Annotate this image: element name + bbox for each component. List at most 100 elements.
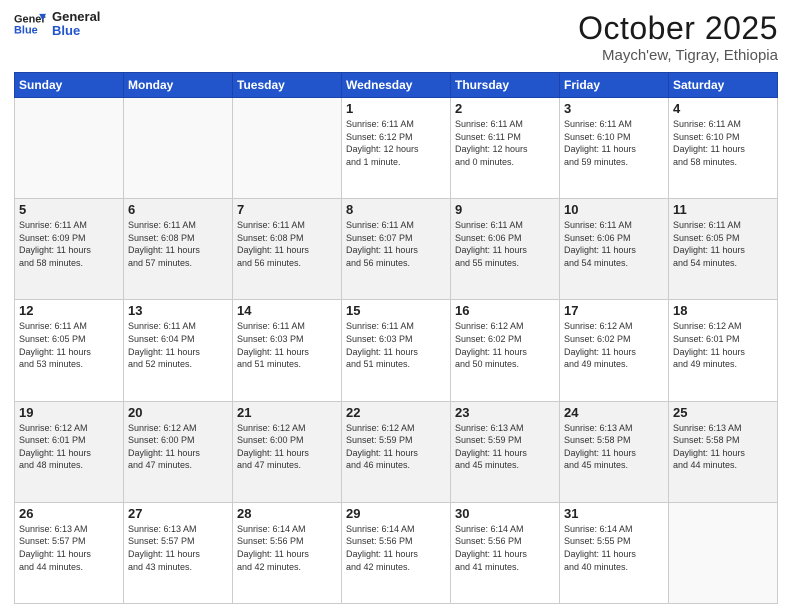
day-info: Sunrise: 6:11 AM Sunset: 6:12 PM Dayligh… [346,118,446,168]
day-info: Sunrise: 6:11 AM Sunset: 6:05 PM Dayligh… [19,320,119,370]
day-info: Sunrise: 6:12 AM Sunset: 6:02 PM Dayligh… [564,320,664,370]
day-info: Sunrise: 6:11 AM Sunset: 6:06 PM Dayligh… [455,219,555,269]
day-number: 11 [673,202,773,217]
day-info: Sunrise: 6:11 AM Sunset: 6:09 PM Dayligh… [19,219,119,269]
day-number: 30 [455,506,555,521]
logo-line2: Blue [52,24,100,38]
day-number: 5 [19,202,119,217]
day-number: 16 [455,303,555,318]
day-cell: 2 Sunrise: 6:11 AM Sunset: 6:11 PM Daylig… [451,98,560,199]
day-number: 6 [128,202,228,217]
day-info: Sunrise: 6:11 AM Sunset: 6:03 PM Dayligh… [346,320,446,370]
day-cell: 20 Sunrise: 6:12 AM Sunset: 6:00 PM Dayli… [124,401,233,502]
header: General Blue General Blue October 2025 M… [14,10,778,64]
day-number: 13 [128,303,228,318]
day-number: 10 [564,202,664,217]
day-number: 17 [564,303,664,318]
weekday-friday: Friday [560,73,669,98]
month-title: October 2025 [578,10,778,47]
day-number: 15 [346,303,446,318]
week-row-2: 5 Sunrise: 6:11 AM Sunset: 6:09 PM Daylig… [15,199,778,300]
day-number: 3 [564,101,664,116]
day-cell: 4Sunrise: 6:11 AM Sunset: 6:10 PM Daylig… [669,98,778,199]
day-cell: 16 Sunrise: 6:12 AM Sunset: 6:02 PM Dayli… [451,300,560,401]
day-cell: 18 Sunrise: 6:12 AM Sunset: 6:01 PM Dayli… [669,300,778,401]
day-number: 23 [455,405,555,420]
weekday-sunday: Sunday [15,73,124,98]
day-info: Sunrise: 6:12 AM Sunset: 6:01 PM Dayligh… [673,320,773,370]
day-cell [124,98,233,199]
day-info: Sunrise: 6:11 AM Sunset: 6:04 PM Dayligh… [128,320,228,370]
day-number: 7 [237,202,337,217]
day-info: Sunrise: 6:14 AM Sunset: 5:56 PM Dayligh… [237,523,337,573]
week-row-4: 19Sunrise: 6:12 AM Sunset: 6:01 PM Dayli… [15,401,778,502]
day-number: 25 [673,405,773,420]
svg-text:Blue: Blue [14,25,38,37]
day-cell: 10Sunrise: 6:11 AM Sunset: 6:06 PM Dayli… [560,199,669,300]
day-number: 28 [237,506,337,521]
location-subtitle: Maych'ew, Tigray, Ethiopia [578,47,778,64]
day-number: 12 [19,303,119,318]
day-cell: 13 Sunrise: 6:11 AM Sunset: 6:04 PM Dayli… [124,300,233,401]
day-number: 27 [128,506,228,521]
day-cell: 28 Sunrise: 6:14 AM Sunset: 5:56 PM Dayli… [233,502,342,603]
week-row-3: 12 Sunrise: 6:11 AM Sunset: 6:05 PM Dayli… [15,300,778,401]
day-info: Sunrise: 6:12 AM Sunset: 6:00 PM Dayligh… [128,422,228,472]
day-cell: 17 Sunrise: 6:12 AM Sunset: 6:02 PM Dayli… [560,300,669,401]
page: General Blue General Blue October 2025 M… [0,0,792,612]
day-cell: 24Sunrise: 6:13 AM Sunset: 5:58 PM Dayli… [560,401,669,502]
day-info: Sunrise: 6:12 AM Sunset: 6:02 PM Dayligh… [455,320,555,370]
day-info: Sunrise: 6:11 AM Sunset: 6:07 PM Dayligh… [346,219,446,269]
day-number: 2 [455,101,555,116]
day-info: Sunrise: 6:13 AM Sunset: 5:58 PM Dayligh… [564,422,664,472]
day-cell: 19Sunrise: 6:12 AM Sunset: 6:01 PM Dayli… [15,401,124,502]
day-info: Sunrise: 6:11 AM Sunset: 6:05 PM Dayligh… [673,219,773,269]
day-cell: 3Sunrise: 6:11 AM Sunset: 6:10 PM Daylig… [560,98,669,199]
day-info: Sunrise: 6:14 AM Sunset: 5:55 PM Dayligh… [564,523,664,573]
day-info: Sunrise: 6:13 AM Sunset: 5:57 PM Dayligh… [19,523,119,573]
day-cell: 15 Sunrise: 6:11 AM Sunset: 6:03 PM Dayli… [342,300,451,401]
day-cell: 11 Sunrise: 6:11 AM Sunset: 6:05 PM Dayli… [669,199,778,300]
day-number: 19 [19,405,119,420]
day-info: Sunrise: 6:11 AM Sunset: 6:11 PM Dayligh… [455,118,555,168]
day-info: Sunrise: 6:13 AM Sunset: 5:59 PM Dayligh… [455,422,555,472]
day-cell: 8Sunrise: 6:11 AM Sunset: 6:07 PM Daylig… [342,199,451,300]
day-number: 20 [128,405,228,420]
day-number: 9 [455,202,555,217]
day-number: 14 [237,303,337,318]
day-cell: 30 Sunrise: 6:14 AM Sunset: 5:56 PM Dayli… [451,502,560,603]
weekday-header-row: SundayMondayTuesdayWednesdayThursdayFrid… [15,73,778,98]
day-number: 4 [673,101,773,116]
logo: General Blue General Blue [14,10,100,39]
day-info: Sunrise: 6:11 AM Sunset: 6:08 PM Dayligh… [128,219,228,269]
day-cell: 27 Sunrise: 6:13 AM Sunset: 5:57 PM Dayli… [124,502,233,603]
day-info: Sunrise: 6:13 AM Sunset: 5:57 PM Dayligh… [128,523,228,573]
weekday-monday: Monday [124,73,233,98]
day-info: Sunrise: 6:14 AM Sunset: 5:56 PM Dayligh… [455,523,555,573]
week-row-5: 26Sunrise: 6:13 AM Sunset: 5:57 PM Dayli… [15,502,778,603]
weekday-thursday: Thursday [451,73,560,98]
day-cell: 6 Sunrise: 6:11 AM Sunset: 6:08 PM Daylig… [124,199,233,300]
day-number: 31 [564,506,664,521]
day-info: Sunrise: 6:13 AM Sunset: 5:58 PM Dayligh… [673,422,773,472]
day-cell: 12 Sunrise: 6:11 AM Sunset: 6:05 PM Dayli… [15,300,124,401]
day-cell: 5 Sunrise: 6:11 AM Sunset: 6:09 PM Daylig… [15,199,124,300]
day-cell: 23 Sunrise: 6:13 AM Sunset: 5:59 PM Dayli… [451,401,560,502]
day-cell: 9 Sunrise: 6:11 AM Sunset: 6:06 PM Daylig… [451,199,560,300]
day-number: 1 [346,101,446,116]
day-cell [669,502,778,603]
day-cell: 21Sunrise: 6:12 AM Sunset: 6:00 PM Dayli… [233,401,342,502]
day-cell: 14 Sunrise: 6:11 AM Sunset: 6:03 PM Dayli… [233,300,342,401]
weekday-wednesday: Wednesday [342,73,451,98]
day-info: Sunrise: 6:11 AM Sunset: 6:08 PM Dayligh… [237,219,337,269]
calendar-table: SundayMondayTuesdayWednesdayThursdayFrid… [14,72,778,604]
day-number: 18 [673,303,773,318]
weekday-saturday: Saturday [669,73,778,98]
day-info: Sunrise: 6:12 AM Sunset: 6:00 PM Dayligh… [237,422,337,472]
day-number: 22 [346,405,446,420]
day-cell: 31 Sunrise: 6:14 AM Sunset: 5:55 PM Dayli… [560,502,669,603]
day-cell: 25 Sunrise: 6:13 AM Sunset: 5:58 PM Dayli… [669,401,778,502]
day-cell: 29Sunrise: 6:14 AM Sunset: 5:56 PM Dayli… [342,502,451,603]
day-info: Sunrise: 6:11 AM Sunset: 6:03 PM Dayligh… [237,320,337,370]
day-cell: 7 Sunrise: 6:11 AM Sunset: 6:08 PM Daylig… [233,199,342,300]
